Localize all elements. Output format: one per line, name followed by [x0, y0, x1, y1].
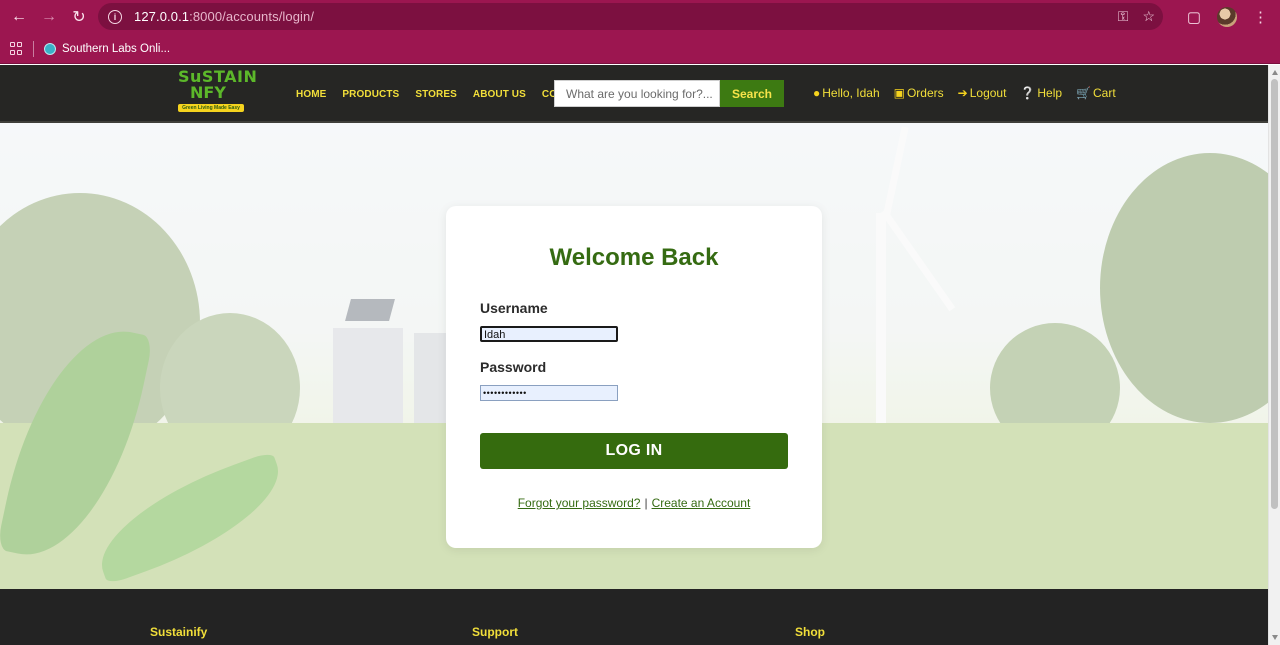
bookmarks-bar: Southern Labs Onli...	[0, 34, 1280, 64]
login-title: Welcome Back	[549, 244, 719, 271]
account-links: Forgot your password? | Create an Account	[446, 496, 822, 510]
create-account-link[interactable]: Create an Account	[652, 496, 751, 510]
scroll-down-icon[interactable]	[1272, 635, 1278, 640]
user-greeting[interactable]: ● Hello, Idah	[813, 86, 880, 100]
main-nav: HOME PRODUCTS STORES ABOUT US CONTACT	[296, 89, 591, 100]
user-icon: ●	[813, 86, 821, 100]
site-navbar: SuSTAIN NFY Green Living Made Easy HOME …	[0, 65, 1268, 123]
bookmark-southern-labs[interactable]: Southern Labs Onli...	[44, 42, 171, 55]
login-card: Welcome Back Username Idah Password ••••…	[446, 206, 822, 548]
scroll-thumb[interactable]	[1271, 79, 1278, 509]
site-info-icon[interactable]: i	[108, 9, 122, 24]
profile-avatar[interactable]	[1217, 7, 1237, 27]
password-label: Password	[480, 359, 547, 375]
logo-line2: NFY	[190, 83, 226, 102]
links-separator: |	[644, 496, 648, 510]
nav-about-us[interactable]: ABOUT US	[473, 89, 526, 100]
logo-tagline: Green Living Made Easy	[178, 104, 244, 112]
url-text: 127.0.0.1:8000/accounts/login/	[134, 9, 315, 24]
login-button[interactable]: LOG IN	[480, 433, 788, 469]
search-button[interactable]: Search	[720, 80, 784, 107]
orders-link[interactable]: ▣ Orders	[894, 86, 944, 100]
help-icon: ❔	[1020, 86, 1036, 100]
username-input[interactable]: Idah	[480, 326, 618, 342]
forgot-password-link[interactable]: Forgot your password?	[518, 496, 641, 510]
apps-grid-icon[interactable]	[10, 42, 23, 55]
site-footer: Sustainify Support Shop	[0, 589, 1268, 645]
footer-heading-sustainify: Sustainify	[150, 625, 208, 639]
user-menu: ● Hello, Idah ▣ Orders ➔ Logout ❔ Help 🛒…	[813, 86, 1116, 100]
bookmark-star-icon[interactable]: ☆	[1142, 8, 1155, 25]
back-icon[interactable]: ←	[4, 2, 34, 32]
nav-stores[interactable]: STORES	[415, 89, 457, 100]
site-logo[interactable]: SuSTAIN NFY Green Living Made Easy	[178, 69, 257, 117]
logout-link[interactable]: ➔ Logout	[958, 86, 1007, 100]
username-label: Username	[480, 300, 548, 316]
page-viewport: SuSTAIN NFY Green Living Made Easy HOME …	[0, 65, 1268, 645]
bookmark-divider	[33, 40, 34, 57]
search-input[interactable]	[554, 80, 720, 107]
bookmark-label: Southern Labs Onli...	[62, 42, 171, 55]
footer-heading-shop: Shop	[795, 625, 825, 639]
forward-icon[interactable]: →	[34, 2, 64, 32]
footer-heading-support: Support	[472, 625, 518, 639]
cart-icon: 🛒	[1076, 86, 1092, 100]
bookmark-favicon-icon	[44, 42, 56, 55]
password-input[interactable]: ••••••••••••	[480, 385, 618, 401]
menu-kebab-icon[interactable]: ⋮	[1253, 8, 1268, 26]
nav-products[interactable]: PRODUCTS	[342, 89, 399, 100]
browser-toolbar: ← → ↻ i 127.0.0.1:8000/accounts/login/ ⚿…	[0, 0, 1280, 34]
nav-home[interactable]: HOME	[296, 89, 326, 100]
box-icon: ▣	[893, 86, 905, 100]
extensions-icon[interactable]: ▢	[1187, 8, 1201, 26]
address-bar[interactable]: i 127.0.0.1:8000/accounts/login/ ⚿ ☆	[98, 3, 1163, 30]
logout-icon: ➔	[957, 86, 968, 100]
page-scrollbar[interactable]	[1268, 65, 1280, 645]
cart-link[interactable]: 🛒 Cart	[1076, 86, 1116, 100]
help-link[interactable]: ❔ Help	[1020, 86, 1062, 100]
password-key-icon[interactable]: ⚿	[1118, 8, 1129, 25]
scroll-up-icon[interactable]	[1272, 70, 1278, 75]
reload-icon[interactable]: ↻	[64, 2, 94, 32]
